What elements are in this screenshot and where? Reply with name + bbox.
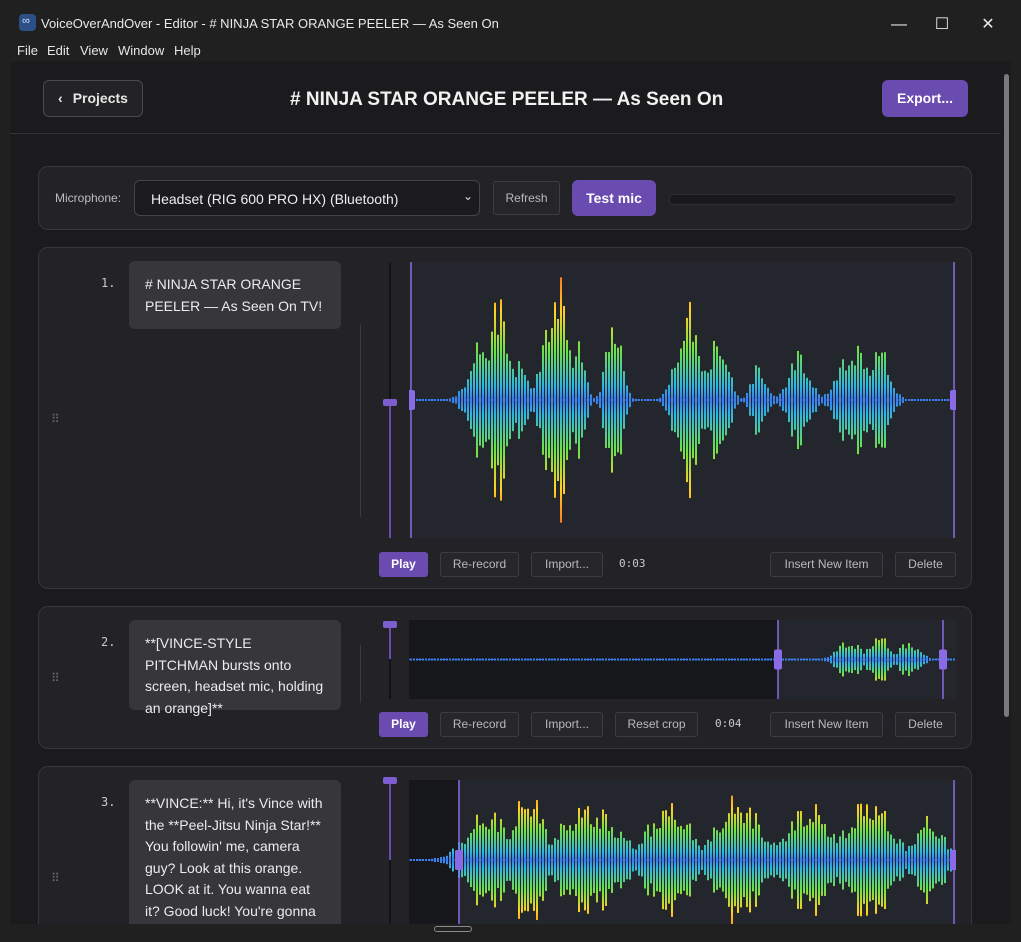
- waveform-3[interactable]: [409, 780, 956, 924]
- import-button[interactable]: Import...: [531, 712, 603, 737]
- refresh-button[interactable]: Refresh: [493, 181, 560, 215]
- play-button[interactable]: Play: [379, 712, 428, 737]
- chevron-down-icon: ⌄: [462, 189, 473, 203]
- script-text[interactable]: # NINJA STAR ORANGE PEELER — As Seen On …: [129, 261, 341, 329]
- resize-handle[interactable]: [434, 926, 472, 932]
- menu-edit[interactable]: Edit: [47, 43, 69, 58]
- title-bar: ∞ VoiceOverAndOver - Editor - # NINJA ST…: [10, 9, 1011, 40]
- volume-slider-fill: [389, 403, 391, 538]
- menu-window[interactable]: Window: [118, 43, 164, 58]
- crop-handle: [950, 850, 956, 870]
- volume-slider-handle[interactable]: [383, 399, 397, 406]
- crop-handle: [939, 649, 947, 670]
- crop-handle: [950, 390, 956, 410]
- rerecord-button[interactable]: Re-record: [440, 552, 519, 577]
- waveform-1[interactable]: [409, 262, 956, 538]
- waveform-2[interactable]: [409, 620, 956, 699]
- drag-handle-icon[interactable]: ⠿: [51, 412, 60, 426]
- scrollbar-thumb[interactable]: [1004, 74, 1009, 717]
- duration-label: 0:04: [715, 717, 742, 730]
- item-number: 2.: [101, 635, 116, 649]
- item-number: 3.: [101, 795, 116, 809]
- app-logo-icon: ∞: [19, 14, 36, 31]
- script-item-1: ⠿ 1. # NINJA STAR ORANGE PEELER — As See…: [38, 247, 972, 589]
- editor-header: ‹ Projects # NINJA STAR ORANGE PEELER — A…: [10, 62, 1001, 134]
- export-button[interactable]: Export...: [882, 80, 968, 117]
- volume-slider-fill: [389, 782, 391, 860]
- back-to-projects-button[interactable]: ‹ Projects: [43, 80, 143, 117]
- test-mic-button[interactable]: Test mic: [572, 180, 656, 216]
- projects-label: Projects: [72, 90, 128, 106]
- rerecord-button[interactable]: Re-record: [440, 712, 519, 737]
- duration-label: 0:03: [619, 557, 646, 570]
- play-button[interactable]: Play: [379, 552, 428, 577]
- insert-new-item-button[interactable]: Insert New Item: [770, 552, 883, 577]
- reset-crop-button[interactable]: Reset crop: [615, 712, 698, 737]
- delete-button[interactable]: Delete: [895, 552, 956, 577]
- mic-level-meter: [669, 194, 957, 205]
- drag-handle-icon[interactable]: ⠿: [51, 871, 60, 885]
- vertical-scrollbar[interactable]: [1001, 62, 1011, 924]
- close-button[interactable]: ✕: [965, 9, 1011, 40]
- drag-handle-icon[interactable]: ⠿: [51, 671, 60, 685]
- page-title: # NINJA STAR ORANGE PEELER — As Seen On: [290, 89, 724, 110]
- divider: [360, 324, 361, 517]
- item-number: 1.: [101, 276, 116, 290]
- volume-slider-handle[interactable]: [383, 777, 397, 784]
- microphone-label: Microphone:: [55, 191, 122, 205]
- delete-button[interactable]: Delete: [895, 712, 956, 737]
- script-item-2: ⠿ 2. **[VINCE-STYLE PITCHMAN bursts onto…: [38, 606, 972, 749]
- menu-file[interactable]: File: [17, 43, 38, 58]
- divider: [360, 645, 361, 703]
- import-button[interactable]: Import...: [531, 552, 603, 577]
- microphone-select-value: Headset (RIG 600 PRO HX) (Bluetooth): [151, 191, 399, 207]
- crop-handle: [409, 390, 415, 410]
- window-title: VoiceOverAndOver - Editor - # NINJA STAR…: [41, 16, 499, 31]
- script-item-3: ⠿ 3. **VINCE:** Hi, it's Vince with the …: [38, 766, 972, 924]
- cropped-region: [409, 780, 459, 924]
- script-text[interactable]: **VINCE:** Hi, it's Vince with the **Pee…: [129, 780, 341, 924]
- chevron-left-icon: ‹: [58, 90, 63, 106]
- microphone-select[interactable]: Headset (RIG 600 PRO HX) (Bluetooth) ⌄: [134, 180, 480, 216]
- menu-help[interactable]: Help: [174, 43, 201, 58]
- volume-slider-handle[interactable]: [383, 621, 397, 628]
- microphone-panel: Microphone: Headset (RIG 600 PRO HX) (Bl…: [38, 166, 972, 230]
- maximize-button[interactable]: ☐: [919, 9, 965, 40]
- insert-new-item-button[interactable]: Insert New Item: [770, 712, 883, 737]
- menu-view[interactable]: View: [80, 43, 108, 58]
- script-text[interactable]: **[VINCE-STYLE PITCHMAN bursts onto scre…: [129, 620, 341, 716]
- menu-bar: File Edit View Window Help: [10, 40, 1011, 62]
- editor-area: ‹ Projects # NINJA STAR ORANGE PEELER — A…: [10, 62, 1001, 924]
- minimize-button[interactable]: —: [876, 9, 922, 40]
- crop-handle: [455, 850, 463, 870]
- crop-handle: [774, 649, 782, 670]
